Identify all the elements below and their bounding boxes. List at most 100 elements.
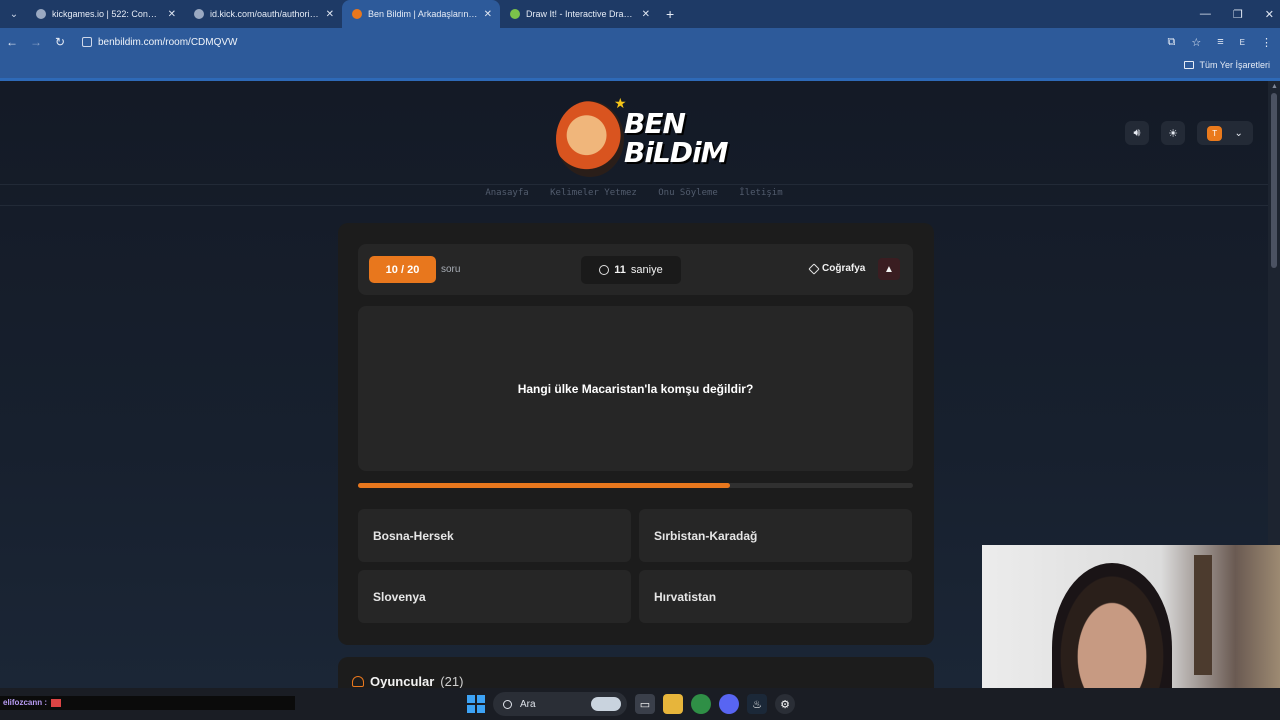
chrome-icon[interactable] (691, 694, 711, 714)
report-warning-button[interactable]: ▲ (878, 258, 900, 280)
quiz-status-bar: 10 / 20 soru 11 saniye Coğrafya ▲ (358, 244, 913, 295)
minimize-icon[interactable]: — (1200, 8, 1211, 20)
question-text: Hangi ülke Macaristan'la komşu değildir? (517, 381, 754, 396)
tab-kick-oauth[interactable]: id.kick.com/oauth/authorize?re ✕ (184, 0, 342, 28)
users-icon (352, 676, 364, 687)
nav-kelimeler-yetmez[interactable]: Kelimeler Yetmez (550, 188, 637, 198)
nav-onu-soyleme[interactable]: Onu Söyleme (658, 188, 718, 198)
category-label: Coğrafya (822, 263, 866, 274)
back-icon[interactable]: ← (0, 35, 24, 49)
time-progress-fill (358, 483, 730, 488)
chat-username: elifozcann : (3, 698, 48, 707)
scrollbar-thumb[interactable] (1271, 93, 1277, 268)
bookmark-star-icon[interactable]: ☆ (1191, 36, 1201, 49)
tab-benbildim[interactable]: Ben Bildim | Arkadaşlarınla Onl ✕ (342, 0, 500, 28)
logo-line-1: BEN (624, 107, 686, 140)
address-bar: ← → ↻ benbildim.com/room/CDMQVW ⧉ ☆ ≡ E … (0, 28, 1280, 56)
answer-option-2[interactable]: Sırbistan-Karadağ (639, 509, 912, 562)
answer-option-4[interactable]: Hırvatistan (639, 570, 912, 623)
time-progress-bar (358, 483, 913, 488)
address-actions: ⧉ ☆ ≡ E ⋮ (1168, 28, 1273, 56)
close-window-icon[interactable]: ✕ (1265, 8, 1274, 21)
clock-icon (599, 265, 610, 275)
taskbar-apps: Ara ▭ ♨ ⚙ (467, 692, 795, 716)
answer-option-3[interactable]: Slovenya (358, 570, 631, 623)
theme-sun-icon[interactable]: ☀ (1161, 121, 1185, 145)
logo-line-2: BiLDiM (624, 136, 728, 169)
players-count: (21) (440, 674, 464, 688)
mascot-image (556, 101, 624, 177)
bookmarks-bar: Tüm Yer İşaretleri (0, 56, 1280, 78)
answer-label: Hırvatistan (654, 589, 717, 604)
timer-value: 11 (614, 264, 626, 276)
stream-chat-overlay: elifozcann : (0, 696, 295, 710)
tab-search-list-icon[interactable]: ≡ (1217, 36, 1223, 48)
site-logo[interactable]: ★ BEN BiLDiM (552, 93, 728, 179)
category-badge: Coğrafya (808, 262, 866, 275)
tab-title: Ben Bildim | Arkadaşlarınla Onl (368, 9, 478, 19)
new-tab-icon[interactable]: + (666, 6, 674, 22)
main-nav: Anasayfa Kelimeler Yetmez Onu Söyleme İl… (0, 188, 1268, 198)
pencil-icon (510, 9, 520, 19)
menu-icon[interactable]: ⋮ (1261, 36, 1272, 49)
task-view-icon[interactable]: ▭ (635, 694, 655, 714)
chat-emote-icon (51, 698, 62, 707)
close-icon[interactable]: ✕ (326, 9, 334, 20)
answer-label: Sırbistan-Karadağ (654, 528, 758, 543)
tab-search-icon[interactable]: ⌄ (2, 2, 26, 26)
folder-icon (1184, 61, 1195, 69)
steam-icon[interactable]: ♨ (747, 694, 767, 714)
site-info-icon[interactable] (82, 37, 92, 47)
answer-grid: Bosna-Hersek Sırbistan-Karadağ Slovenya … (358, 509, 913, 623)
quiz-panel: 10 / 20 soru 11 saniye Coğrafya ▲ Hangi … (338, 223, 934, 645)
search-label: Ara (520, 698, 536, 710)
forward-icon[interactable]: → (24, 35, 48, 49)
nav-home[interactable]: Anasayfa (485, 188, 528, 198)
nav-iletisim[interactable]: İletişim (739, 188, 782, 198)
divider (0, 184, 1268, 185)
answer-label: Bosna-Hersek (373, 528, 454, 543)
logo-text: BEN BiLDiM (624, 107, 728, 169)
players-panel: Oyuncular (21) (338, 657, 934, 688)
tab-kickgames[interactable]: kickgames.io | 522: Connection ✕ (26, 0, 184, 28)
window-controls: — ❐ ✕ (1200, 0, 1274, 28)
extension-icon[interactable]: E (1240, 38, 1245, 47)
reload-icon[interactable]: ↻ (48, 35, 72, 49)
weather-icon (591, 697, 621, 711)
close-icon[interactable]: ✕ (168, 9, 176, 20)
close-icon[interactable]: ✕ (484, 9, 492, 20)
timer-unit: saniye (630, 264, 663, 276)
url-field[interactable]: benbildim.com/room/CDMQVW (78, 37, 237, 48)
app-icon[interactable]: ⚙ (775, 694, 795, 714)
all-bookmarks-label: Tüm Yer İşaretleri (1199, 60, 1270, 70)
bookshelf (1194, 555, 1212, 675)
taskbar: elifozcann : Ara ▭ ♨ ⚙ (0, 688, 1280, 720)
divider (0, 205, 1268, 206)
benbildim-favicon-icon (352, 9, 362, 19)
globe-icon (36, 9, 46, 19)
file-explorer-icon[interactable] (663, 694, 683, 714)
globe-icon (194, 9, 204, 19)
restore-icon[interactable]: ❐ (1233, 8, 1243, 21)
discord-icon[interactable] (719, 694, 739, 714)
timer: 11 saniye (581, 256, 681, 284)
tab-title: id.kick.com/oauth/authorize?re (210, 9, 320, 19)
user-menu[interactable]: T ⌄ (1197, 121, 1253, 145)
sound-icon[interactable]: 🔊︎ (1125, 121, 1149, 145)
answer-option-1[interactable]: Bosna-Hersek (358, 509, 631, 562)
install-app-icon[interactable]: ⧉ (1168, 36, 1176, 49)
chevron-down-icon: ⌄ (1234, 127, 1243, 139)
tag-icon (808, 262, 820, 275)
close-icon[interactable]: ✕ (642, 9, 650, 20)
warning-icon: ▲ (884, 263, 894, 275)
question-card: Hangi ülke Macaristan'la komşu değildir? (358, 306, 913, 471)
header-actions: 🔊︎ ☀ T ⌄ (1125, 121, 1253, 145)
search-icon (503, 699, 512, 709)
taskbar-search[interactable]: Ara (493, 692, 627, 716)
tab-drawit[interactable]: Draw It! - Interactive Drawing G ✕ (500, 0, 658, 28)
all-bookmarks[interactable]: Tüm Yer İşaretleri (1184, 60, 1270, 70)
scroll-up-icon[interactable]: ▲ (1271, 83, 1278, 90)
avatar: T (1207, 125, 1223, 141)
tab-strip: ⌄ kickgames.io | 522: Connection ✕ id.ki… (0, 0, 1280, 28)
windows-start-icon[interactable] (467, 695, 485, 713)
